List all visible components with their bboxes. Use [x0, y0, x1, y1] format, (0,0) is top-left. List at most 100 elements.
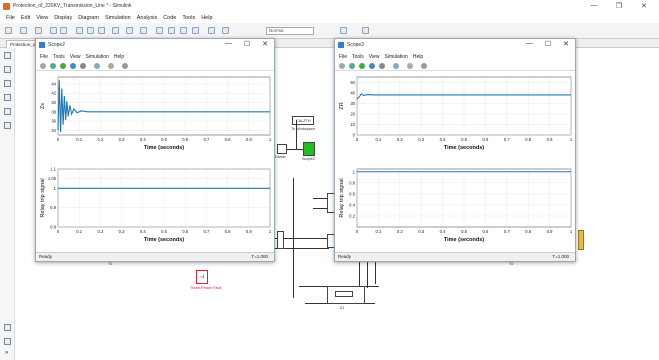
step-icon[interactable]: [359, 63, 365, 69]
menu-tools[interactable]: Tools: [182, 15, 195, 21]
forward-icon[interactable]: [87, 27, 94, 34]
cursor-icon[interactable]: [122, 63, 128, 69]
menu-edit[interactable]: Edit: [21, 15, 30, 21]
x-axis-label: Time (seconds): [444, 237, 484, 243]
save-icon[interactable]: [35, 27, 42, 34]
scope3-minimize-button[interactable]: —: [526, 40, 533, 48]
three-phase-fault-block[interactable]: ⊣: [196, 270, 208, 284]
stop-icon[interactable]: [192, 27, 199, 34]
step-icon[interactable]: [60, 63, 66, 69]
scope3-statusbar: Ready T=1.000: [335, 252, 575, 261]
back-icon[interactable]: [76, 27, 83, 34]
open-icon[interactable]: [20, 27, 27, 34]
scope2-maximize-button[interactable]: ☐: [244, 40, 250, 48]
play-icon[interactable]: [70, 63, 76, 69]
scope2-menu-simulation[interactable]: Simulation: [86, 54, 109, 60]
scope3-menu-view[interactable]: View: [369, 54, 380, 60]
stop-icon[interactable]: [80, 63, 86, 69]
model-config-icon[interactable]: [126, 27, 133, 34]
stop-icon[interactable]: [379, 63, 385, 69]
menu-simulation[interactable]: Simulation: [105, 15, 131, 21]
settings-icon[interactable]: [339, 63, 345, 69]
build-icon[interactable]: [362, 27, 369, 34]
menu-analysis[interactable]: Analysis: [137, 15, 157, 21]
undo-icon[interactable]: [50, 27, 57, 34]
scope2-title: Scope2: [48, 42, 65, 48]
scope3-menu-simulation[interactable]: Simulation: [385, 54, 408, 60]
x-tick-label: 0.6: [182, 229, 188, 234]
divide-block[interactable]: [277, 144, 287, 154]
model-explorer-icon[interactable]: [140, 27, 147, 34]
run-icon[interactable]: [349, 63, 355, 69]
main-titlebar: Protection_of_220KV_Transmission_Line * …: [0, 0, 659, 13]
scope3-menu-file[interactable]: File: [339, 54, 347, 60]
close-button[interactable]: ✕: [639, 2, 649, 10]
data-inspector-icon[interactable]: [222, 27, 229, 34]
annotation-icon[interactable]: [4, 108, 11, 115]
arrow-icon[interactable]: [4, 94, 11, 101]
zoom-icon[interactable]: [94, 63, 100, 69]
y-tick-label: 0.2: [349, 213, 355, 218]
x-tick-label: 0.9: [547, 229, 553, 234]
cursor-icon[interactable]: [421, 63, 427, 69]
fit-view-icon[interactable]: [4, 80, 11, 87]
x-tick-label: 0.4: [440, 137, 446, 142]
play-icon[interactable]: [369, 63, 375, 69]
zoom-icon[interactable]: [4, 66, 11, 73]
x-tick-label: 0.5: [461, 137, 467, 142]
run-icon[interactable]: [168, 27, 175, 34]
x-tick-label: 0.2: [397, 229, 403, 234]
z1-caption: Z1: [340, 306, 345, 310]
scope2-close-button[interactable]: ✕: [262, 40, 268, 48]
simulation-mode-select[interactable]: Normal: [266, 27, 314, 35]
menu-display[interactable]: Display: [54, 15, 72, 21]
scope-icon: [39, 42, 45, 48]
settings-icon[interactable]: [40, 63, 46, 69]
scope2-menu-tools[interactable]: Tools: [53, 54, 65, 60]
step-back-icon[interactable]: [156, 27, 163, 34]
x-tick-label: 0.7: [203, 229, 209, 234]
autoscale-icon[interactable]: [407, 63, 413, 69]
y-tick-label: 10: [350, 122, 355, 127]
scope2-menu-help[interactable]: Help: [114, 54, 124, 60]
run-icon[interactable]: [50, 63, 56, 69]
area-icon[interactable]: [4, 338, 11, 345]
expand-icon[interactable]: »: [5, 350, 8, 356]
new-model-icon[interactable]: [5, 27, 12, 34]
scope3-plots[interactable]: 0 0.1 0.2 0.3 0.4 0.5 0.6 0.7 0.8 0.9 101020304050…: [335, 71, 577, 254]
menu-code[interactable]: Code: [163, 15, 176, 21]
scope2-menu-file[interactable]: File: [40, 54, 48, 60]
camera-icon[interactable]: [4, 324, 11, 331]
y-tick-label: 34: [51, 128, 56, 133]
menu-help[interactable]: Help: [201, 15, 212, 21]
scope3-menu-tools[interactable]: Tools: [352, 54, 364, 60]
minimize-button[interactable]: —: [589, 2, 599, 10]
record-icon[interactable]: [208, 27, 215, 34]
bus-block[interactable]: [277, 231, 284, 249]
step-forward-icon[interactable]: [180, 27, 187, 34]
source-block[interactable]: [578, 230, 584, 250]
scope2-menu-view[interactable]: View: [70, 54, 81, 60]
y-tick-label: 0.8: [349, 180, 355, 185]
image-icon[interactable]: [4, 122, 11, 129]
menu-diagram[interactable]: Diagram: [78, 15, 99, 21]
x-tick-label: 0.2: [397, 137, 403, 142]
up-icon[interactable]: [98, 27, 105, 34]
diagnostics-icon[interactable]: [340, 27, 347, 34]
x-tick-label: 0.1: [375, 229, 381, 234]
maximize-button[interactable]: ❐: [614, 2, 624, 10]
menu-file[interactable]: File: [6, 15, 15, 21]
scope3-close-button[interactable]: ✕: [563, 40, 569, 48]
zoom-icon[interactable]: [393, 63, 399, 69]
y-tick-label: 0.8: [50, 225, 56, 230]
menu-view[interactable]: View: [36, 15, 48, 21]
redo-icon[interactable]: [60, 27, 67, 34]
scope3-menu-help[interactable]: Help: [413, 54, 423, 60]
library-icon[interactable]: [112, 27, 119, 34]
scope2-minimize-button[interactable]: —: [225, 40, 232, 48]
hide-browser-icon[interactable]: [4, 52, 11, 59]
scope2-plots[interactable]: 0 0.1 0.2 0.3 0.4 0.5 0.6 0.7 0.8 0.9 1 34 36 38 40 42 4…: [36, 71, 276, 254]
scope2-block[interactable]: [303, 142, 315, 156]
autoscale-icon[interactable]: [108, 63, 114, 69]
scope3-maximize-button[interactable]: ☐: [545, 40, 551, 48]
